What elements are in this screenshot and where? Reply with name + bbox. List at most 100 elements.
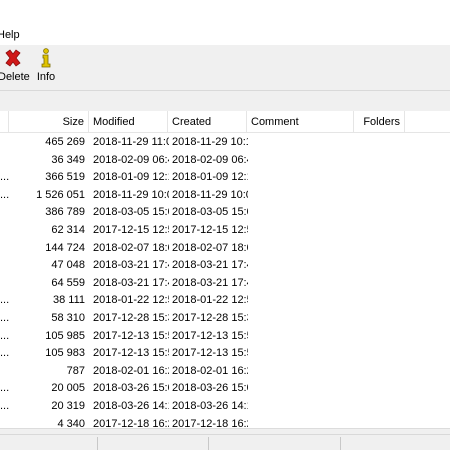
cell-created: 2017-12-15 12:51: [172, 223, 248, 236]
info-label: Info: [36, 71, 56, 83]
cell-created: 2018-03-21 17:47: [172, 276, 248, 289]
delete-button[interactable]: Delete: [0, 47, 30, 89]
cell-size: 1 526 051: [36, 188, 85, 201]
table-row[interactable]: ... 38 111 2018-01-22 12:552018-01-22 12:5…: [0, 292, 450, 310]
cell-size: 20 005: [51, 382, 85, 395]
cell-modified: 2018-02-09 06:47: [93, 153, 169, 166]
cell-size: 64 559: [51, 276, 85, 289]
cell-modified: 2018-03-21 17:47: [93, 276, 169, 289]
column-header-created[interactable]: Created: [168, 111, 247, 133]
cell-size: 366 519: [45, 171, 85, 184]
cell-created: 2018-02-01 16:24: [172, 364, 248, 377]
table-row[interactable]: ... 366 519 2018-01-09 12:182018-01-09 12:…: [0, 169, 450, 187]
list-header: Size Modified Created Comment Folders: [0, 111, 450, 133]
table-row[interactable]: 64 559 2018-03-21 17:472018-03-21 17:47: [0, 275, 450, 293]
cell-size: 465 269: [45, 136, 85, 148]
toolbar: Delete Info: [0, 45, 450, 91]
cell-created: 2018-11-29 10:19: [172, 136, 248, 148]
status-bar: [0, 434, 450, 450]
cell-modified: 2018-03-21 17:42: [93, 259, 169, 272]
info-button[interactable]: Info: [34, 47, 58, 89]
list-rows: 465 269 2018-11-29 11:062018-11-29 10:19 3…: [0, 134, 450, 428]
cell-name: ...: [0, 311, 9, 324]
table-row[interactable]: ... 105 985 2017-12-13 15:532017-12-13 15:…: [0, 328, 450, 346]
cell-size: 47 048: [51, 259, 85, 272]
cell-modified: 2017-12-15 12:51: [93, 223, 169, 236]
cell-created: 2017-12-28 15:32: [172, 311, 248, 324]
menu-help[interactable]: Help: [0, 29, 20, 41]
address-bar-area: [0, 91, 450, 111]
cell-modified: 2018-11-29 10:08: [93, 188, 169, 201]
cell-created: 2018-11-29 10:07: [172, 188, 248, 201]
cell-modified: 2018-03-05 15:06: [93, 206, 169, 219]
cell-modified: 2018-03-26 15:05: [93, 382, 169, 395]
cell-name: ...: [0, 188, 9, 201]
info-i-icon: [41, 48, 51, 68]
table-row[interactable]: 386 789 2018-03-05 15:062018-03-05 15:06: [0, 204, 450, 222]
cell-name: ...: [0, 294, 9, 307]
cell-modified: 2018-02-01 16:24: [93, 364, 169, 377]
table-row[interactable]: 62 314 2017-12-15 12:512017-12-15 12:51: [0, 222, 450, 240]
cell-size: 105 983: [45, 347, 85, 360]
table-row[interactable]: ... 105 983 2017-12-13 15:502017-12-13 15:…: [0, 345, 450, 363]
cell-modified: 2017-12-18 16:28: [93, 417, 169, 429]
cell-created: 2018-03-21 17:42: [172, 259, 248, 272]
cell-modified: 2018-11-29 11:06: [93, 136, 169, 148]
cell-size: 4 340: [57, 417, 85, 429]
column-header-size[interactable]: Size: [9, 111, 89, 133]
column-header-comment[interactable]: Comment: [247, 111, 354, 133]
menu-bar: Help: [0, 26, 450, 45]
table-row[interactable]: 47 048 2018-03-21 17:422018-03-21 17:42: [0, 257, 450, 275]
table-row[interactable]: 787 2018-02-01 16:242018-02-01 16:24: [0, 363, 450, 381]
cell-created: 2018-02-07 18:06: [172, 241, 248, 254]
table-row[interactable]: ... 20 005 2018-03-26 15:052018-03-26 15:0…: [0, 380, 450, 398]
cell-size: 105 985: [45, 329, 85, 342]
cell-created: 2018-03-26 14:12: [172, 399, 248, 412]
table-row[interactable]: 144 724 2018-02-07 18:062018-02-07 18:06: [0, 240, 450, 258]
cell-modified: 2017-12-28 15:32: [93, 311, 169, 324]
cell-created: 2017-12-13 15:53: [172, 329, 248, 342]
cell-modified: 2018-02-07 18:06: [93, 241, 169, 254]
cell-size: 144 724: [45, 241, 85, 254]
cell-size: 20 319: [51, 399, 85, 412]
cell-created: 2018-03-26 15:05: [172, 382, 248, 395]
cell-modified: 2018-03-26 14:12: [93, 399, 169, 412]
table-row[interactable]: 36 349 2018-02-09 06:472018-02-09 06:47: [0, 152, 450, 170]
cell-size: 36 349: [51, 153, 85, 166]
cell-name: ...: [0, 382, 9, 395]
cell-created: 2018-03-05 15:06: [172, 206, 248, 219]
cell-name: ...: [0, 347, 9, 360]
red-x-icon: [5, 49, 21, 67]
cell-created: 2018-01-09 12:18: [172, 171, 248, 184]
cell-name: ...: [0, 171, 9, 184]
status-separator: [97, 437, 98, 450]
cell-created: 2018-01-22 12:55: [172, 294, 248, 307]
cell-modified: 2018-01-09 12:18: [93, 171, 169, 184]
cell-size: 58 310: [51, 311, 85, 324]
status-separator: [208, 437, 209, 450]
cell-created: 2017-12-18 16:28: [172, 417, 248, 429]
cell-modified: 2018-01-22 12:55: [93, 294, 169, 307]
table-row[interactable]: 4 340 2017-12-18 16:282017-12-18 16:28: [0, 416, 450, 429]
cell-created: 2017-12-13 15:50: [172, 347, 248, 360]
cell-modified: 2017-12-13 15:50: [93, 347, 169, 360]
cell-size: 38 111: [52, 294, 85, 307]
table-row[interactable]: ... 20 319 2018-03-26 14:122018-03-26 14:1…: [0, 398, 450, 416]
status-separator: [340, 437, 341, 450]
column-header-name[interactable]: [0, 111, 9, 133]
table-row[interactable]: ... 1 526 051 2018-11-29 10:082018-11-29 1…: [0, 187, 450, 205]
cell-name: ...: [0, 399, 9, 412]
cell-size: 386 789: [45, 206, 85, 219]
cell-modified: 2017-12-13 15:53: [93, 329, 169, 342]
column-header-folders[interactable]: Folders: [354, 111, 405, 133]
title-bar: [0, 0, 450, 26]
column-header-modified[interactable]: Modified: [89, 111, 168, 133]
cell-created: 2018-02-09 06:47: [172, 153, 248, 166]
file-list[interactable]: Size Modified Created Comment Folders 46…: [0, 111, 450, 428]
delete-label: Delete: [0, 71, 30, 83]
cell-size: 787: [66, 364, 85, 377]
table-row[interactable]: ... 58 310 2017-12-28 15:322017-12-28 15:3…: [0, 310, 450, 328]
cell-name: ...: [0, 329, 9, 342]
table-row[interactable]: 465 269 2018-11-29 11:062018-11-29 10:19: [0, 134, 450, 152]
cell-size: 62 314: [51, 223, 85, 236]
